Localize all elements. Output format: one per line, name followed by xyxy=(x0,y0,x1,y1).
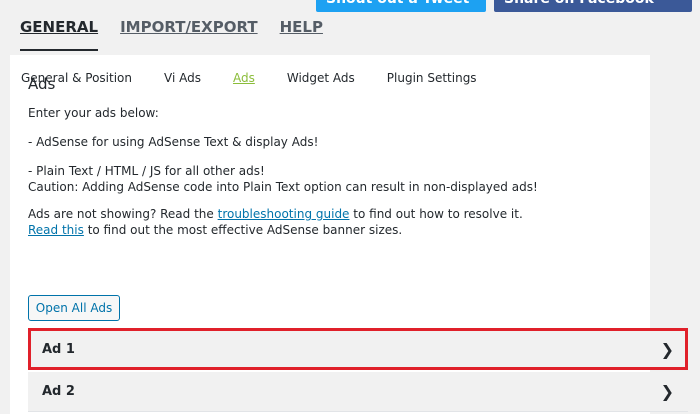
facebook-share-button[interactable]: Share on Facebook xyxy=(494,0,692,12)
accordion-ad-2-label: Ad 2 xyxy=(42,384,75,399)
read-this-suffix: to find out the most effective AdSense b… xyxy=(83,223,403,237)
tweet-button[interactable]: Shout out a Tweet xyxy=(316,0,486,12)
subtab-ads[interactable]: Ads xyxy=(233,71,255,85)
chevron-right-icon: ❯ xyxy=(660,382,674,401)
tab-import-export[interactable]: IMPORT/EXPORT xyxy=(120,18,258,51)
sub-tabs: General & Position Vi Ads Ads Widget Ads… xyxy=(21,71,509,85)
read-this-link[interactable]: Read this xyxy=(28,223,84,237)
accordion-ad-1[interactable]: Ad 1 ❯ xyxy=(28,328,688,370)
chevron-right-icon: ❯ xyxy=(660,339,674,359)
adsense-description: - AdSense for using AdSense Text & displ… xyxy=(28,135,319,149)
subtab-widget-ads[interactable]: Widget Ads xyxy=(287,71,355,85)
plain-text-description: - Plain Text / HTML / JS for all other a… xyxy=(28,164,265,178)
share-buttons: Shout out a Tweet Share on Facebook xyxy=(316,0,692,12)
tab-help[interactable]: HELP xyxy=(280,18,323,51)
enter-ads-text: Enter your ads below: xyxy=(28,106,159,120)
troubleshooting-suffix: to find out how to resolve it. xyxy=(349,207,523,221)
troubleshooting-prefix: Ads are not showing? Read the xyxy=(28,207,218,221)
troubleshooting-guide-link[interactable]: troubleshooting guide xyxy=(218,207,350,221)
caution-text: Caution: Adding AdSense code into Plain … xyxy=(28,180,538,194)
main-tabs: GENERAL IMPORT/EXPORT HELP xyxy=(20,18,323,51)
accordion-ad-2[interactable]: Ad 2 ❯ xyxy=(28,372,688,412)
subtab-plugin-settings[interactable]: Plugin Settings xyxy=(387,71,477,85)
ads-section-title: Ads xyxy=(28,75,56,93)
read-this-line: Read this to find out the most effective… xyxy=(28,223,402,237)
tab-general[interactable]: GENERAL xyxy=(20,18,99,51)
accordion-ad-1-label: Ad 1 xyxy=(42,341,75,357)
open-all-ads-button[interactable]: Open All Ads xyxy=(28,295,120,321)
subtab-vi-ads[interactable]: Vi Ads xyxy=(164,71,201,85)
troubleshooting-line: Ads are not showing? Read the troublesho… xyxy=(28,207,523,221)
